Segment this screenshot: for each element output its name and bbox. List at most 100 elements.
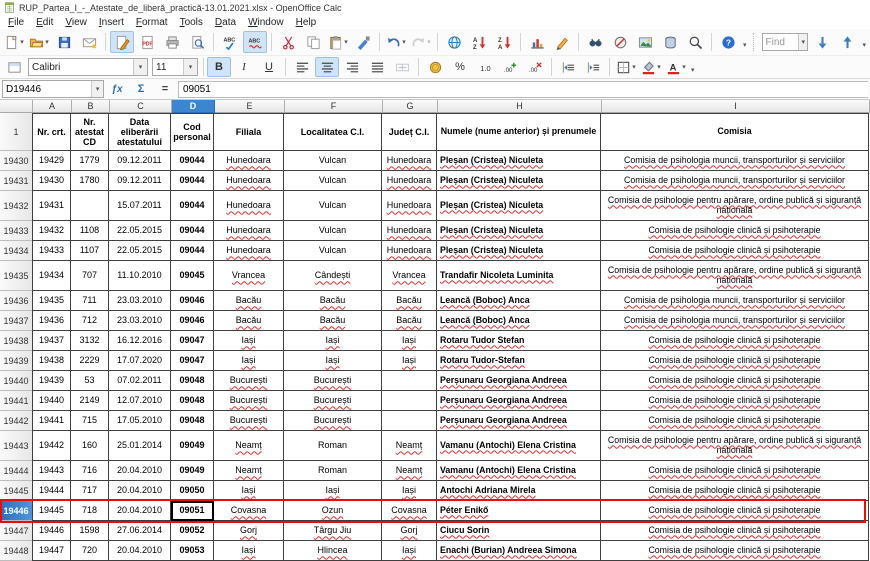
menu-view[interactable]: View (59, 17, 93, 28)
cell-F19435[interactable]: Cândești (284, 261, 382, 291)
cell-A19447[interactable]: 19446 (32, 521, 71, 541)
cell-E19438[interactable]: Iași (214, 331, 284, 351)
row-header-19440[interactable]: 19440 (0, 371, 33, 391)
find-next-button[interactable] (810, 31, 834, 53)
cell-B19445[interactable]: 717 (71, 481, 109, 501)
column-header-A[interactable]: A (33, 100, 72, 113)
cell-B19441[interactable]: 2149 (71, 391, 109, 411)
cell-A19446[interactable]: 19445 (32, 501, 71, 521)
cell-F19445[interactable]: Iași (284, 481, 382, 501)
menu-file[interactable]: File (2, 17, 30, 28)
gallery-button[interactable] (633, 31, 657, 53)
align-left-button[interactable] (290, 57, 314, 77)
cell-H19447[interactable]: Ciucu Sorin (437, 521, 601, 541)
cell-G19448[interactable]: Iași (382, 541, 437, 561)
cell-I19436[interactable]: Comisia de psihologia muncii, transportu… (601, 291, 869, 311)
cell-E19432[interactable]: Hunedoara (214, 191, 284, 221)
name-box[interactable]: ▾ (2, 80, 104, 98)
cell-B19436[interactable]: 711 (71, 291, 109, 311)
dropdown-arrow-icon[interactable]: ▾ (344, 38, 348, 46)
row-header-19433[interactable]: 19433 (0, 221, 33, 241)
cell-A19432[interactable]: 19431 (32, 191, 71, 221)
cell-I19434[interactable]: Comisia de psihologie clinică și psihote… (601, 241, 869, 261)
redo-button[interactable]: ▾ (409, 31, 433, 53)
edit-mode-button[interactable] (110, 31, 134, 53)
cell-C19436[interactable]: 23.03.2010 (109, 291, 171, 311)
cell-I19437[interactable]: Comisia de psihologia muncii, transportu… (601, 311, 869, 331)
cell-F19447[interactable]: Târgu Jiu (284, 521, 382, 541)
cell-D19430[interactable]: 09044 (171, 151, 214, 171)
cell-H19438[interactable]: Rotaru Tudor Stefan (437, 331, 601, 351)
formula-input-line[interactable] (178, 80, 868, 98)
toolbar-overflow-button[interactable]: ▾ (691, 66, 695, 74)
cell-H19443[interactable]: Vamanu (Antochi) Elena Cristina (437, 431, 601, 461)
cell-F19439[interactable]: Iași (284, 351, 382, 371)
cell-H19434[interactable]: Pleșan (Cristea) Niculeta (437, 241, 601, 261)
cut-button[interactable] (276, 31, 300, 53)
cell-H19448[interactable]: Enachi (Burian) Andreea Simona (437, 541, 601, 561)
cell-I19439[interactable]: Comisia de psihologie clinică și psihote… (601, 351, 869, 371)
cell-E19434[interactable]: Hunedoara (214, 241, 284, 261)
column-header-E[interactable]: E (215, 100, 285, 113)
row-header-19447[interactable]: 19447 (0, 521, 33, 541)
cell-H19440[interactable]: Perșunaru Georgiana Andreea (437, 371, 601, 391)
cell-A19444[interactable]: 19443 (32, 461, 71, 481)
cell-G19443[interactable]: Neamț (382, 431, 437, 461)
header-cell-A[interactable]: Nr. crt. (32, 113, 71, 151)
find-previous-button[interactable] (835, 31, 859, 53)
cell-F19448[interactable]: Hlincea (284, 541, 382, 561)
cell-I19444[interactable]: Comisia de psihologie clinică și psihote… (601, 461, 869, 481)
cell-G19440[interactable] (382, 371, 437, 391)
cell-D19444[interactable]: 09049 (171, 461, 214, 481)
cell-G19435[interactable]: Vrancea (382, 261, 437, 291)
dropdown-arrow-icon[interactable]: ▾ (682, 63, 686, 71)
header-cell-F[interactable]: Localitatea C.I. (284, 113, 382, 151)
align-center-button[interactable] (315, 57, 339, 77)
cell-B19446[interactable]: 718 (71, 501, 109, 521)
cell-B19440[interactable]: 53 (71, 371, 109, 391)
cell-A19435[interactable]: 19434 (32, 261, 71, 291)
cell-I19448[interactable]: Comisia de psihologie clinică și psihote… (601, 541, 869, 561)
cell-B19443[interactable]: 160 (71, 431, 109, 461)
cell-B19432[interactable] (71, 191, 109, 221)
cell-G19441[interactable] (382, 391, 437, 411)
cell-B19433[interactable]: 1108 (71, 221, 109, 241)
find-input[interactable] (762, 36, 798, 48)
cell-C19437[interactable]: 23.03.2010 (109, 311, 171, 331)
cell-C19446[interactable]: 20.04.2010 (109, 501, 171, 521)
cell-A19445[interactable]: 19444 (32, 481, 71, 501)
column-header-I[interactable]: I (602, 100, 870, 113)
cell-D19443[interactable]: 09049 (171, 431, 214, 461)
export-pdf-button[interactable]: PDF (135, 31, 159, 53)
cell-D19437[interactable]: 09046 (171, 311, 214, 331)
cell-I19431[interactable]: Comisia de psihologia muncii, transportu… (601, 171, 869, 191)
save-button[interactable] (52, 31, 76, 53)
cell-H19432[interactable]: Pleșan (Cristea) Niculeta (437, 191, 601, 221)
menu-tools[interactable]: Tools (174, 17, 209, 28)
cell-F19442[interactable]: București (284, 411, 382, 431)
cell-G19432[interactable]: Hunedoara (382, 191, 437, 221)
cell-B19431[interactable]: 1780 (71, 171, 109, 191)
cell-H19442[interactable]: Perșunaru Georgiana Andreea (437, 411, 601, 431)
dropdown-arrow-icon[interactable]: ▾ (427, 38, 431, 46)
row-header-19444[interactable]: 19444 (0, 461, 33, 481)
sort-ascending-button[interactable]: AZ (467, 31, 491, 53)
formula-input[interactable] (179, 83, 868, 95)
cell-C19434[interactable]: 22.05.2015 (109, 241, 171, 261)
menu-insert[interactable]: Insert (93, 17, 130, 28)
cell-H19431[interactable]: Pleșan (Cristea) Niculeta (437, 171, 601, 191)
cell-D19447[interactable]: 09052 (171, 521, 214, 541)
cell-G19446[interactable]: Covasna (382, 501, 437, 521)
cell-H19445[interactable]: Antochi Adriana Mirela (437, 481, 601, 501)
cell-E19441[interactable]: București (214, 391, 284, 411)
borders-button[interactable]: ▾ (614, 57, 638, 77)
row-header-19442[interactable]: 19442 (0, 411, 33, 431)
cell-B19438[interactable]: 3132 (71, 331, 109, 351)
cell-C19435[interactable]: 11.10.2010 (109, 261, 171, 291)
cell-E19431[interactable]: Hunedoara (214, 171, 284, 191)
cell-C19439[interactable]: 17.07.2020 (109, 351, 171, 371)
cell-F19438[interactable]: Iași (284, 331, 382, 351)
cell-A19433[interactable]: 19432 (32, 221, 71, 241)
cell-I19442[interactable]: Comisia de psihologie clinică și psihote… (601, 411, 869, 431)
dropdown-arrow-icon[interactable]: ▾ (402, 38, 406, 46)
